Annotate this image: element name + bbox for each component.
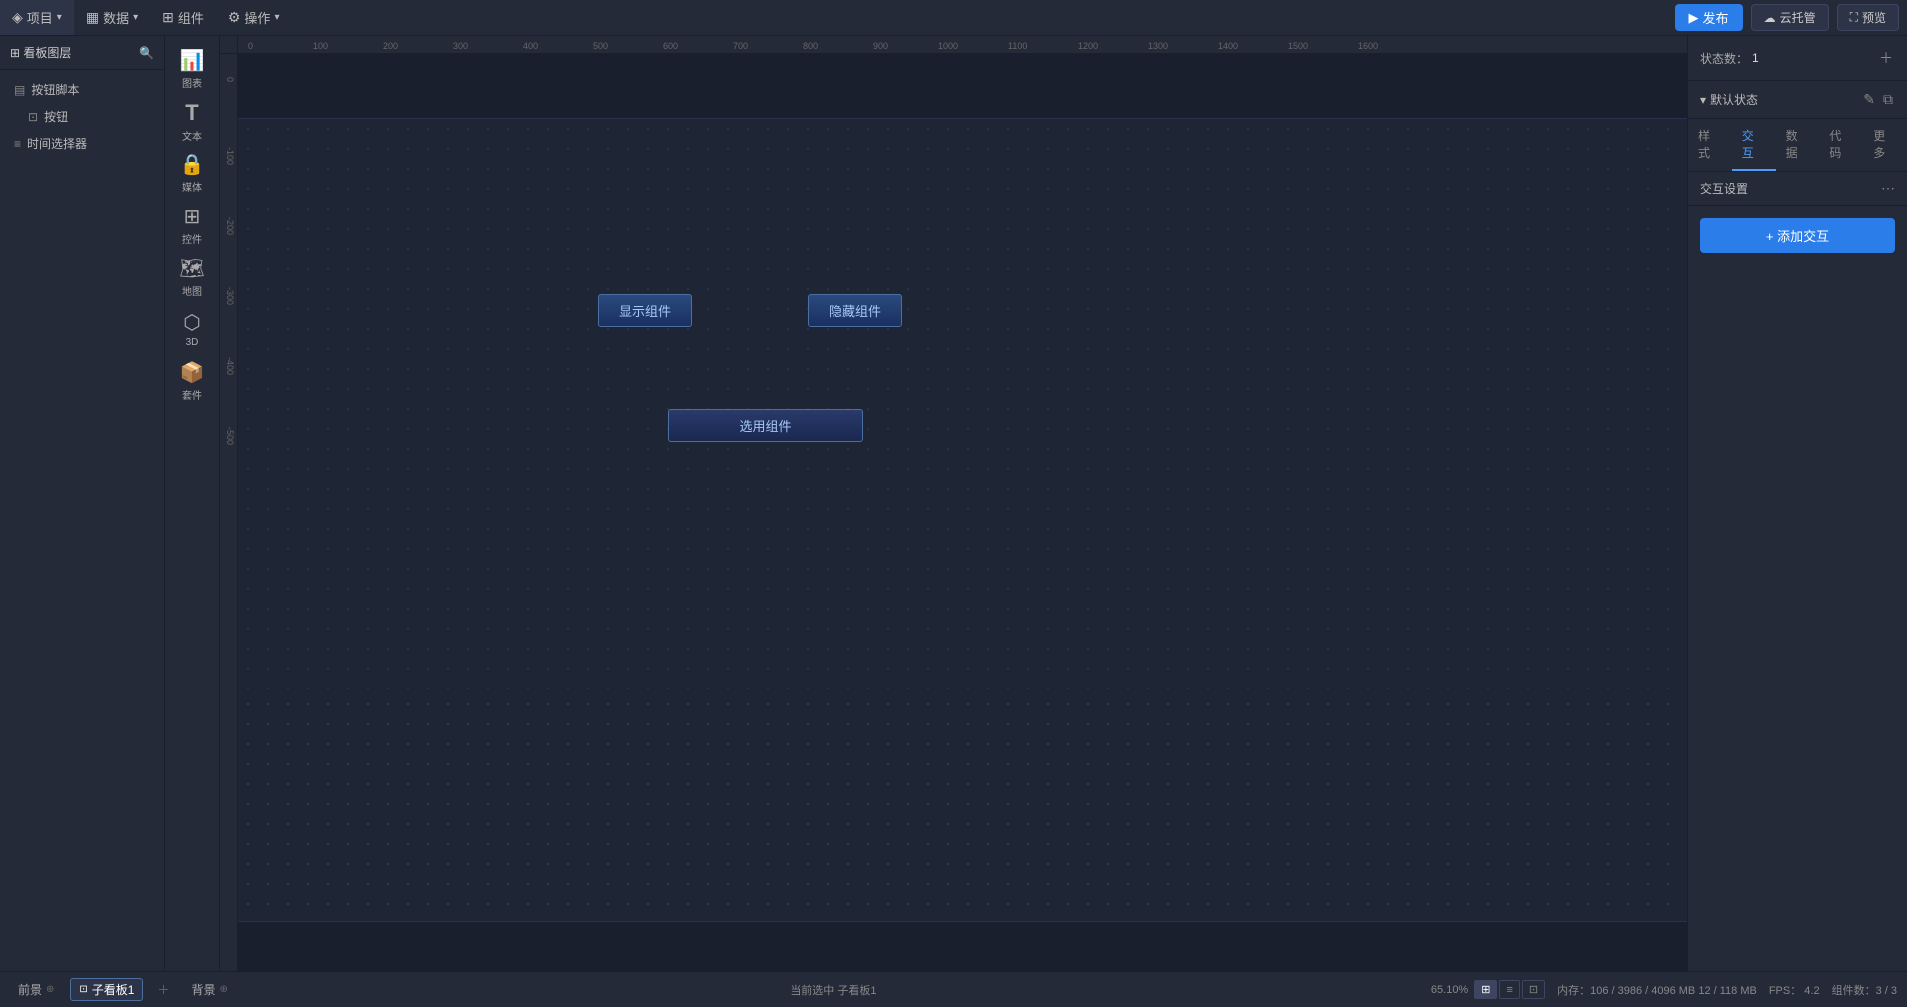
action-icon: ⚙ [228, 9, 241, 26]
state-count-section: 状态数： 1 ＋ [1688, 36, 1907, 81]
tab-style[interactable]: 样式 [1688, 119, 1732, 171]
edit-state-button[interactable]: ✎ [1861, 89, 1877, 110]
data-icon: ▦ [86, 9, 99, 26]
tab-more[interactable]: 更多 [1863, 119, 1907, 171]
menu-action[interactable]: ⚙ 操作 ▾ [216, 0, 292, 35]
search-icon[interactable]: 🔍 [139, 46, 154, 60]
sub-page-icon: ⊡ [79, 984, 87, 995]
layers-icon: ⊞ [10, 46, 20, 60]
topbar-actions: ▶ 发布 ☁ 云托管 ⛶ 预览 [1675, 0, 1899, 35]
publish-button[interactable]: ▶ 发布 [1675, 4, 1743, 31]
control-icon: ⊞ [184, 204, 201, 229]
page-sub[interactable]: ⊡ 子看板1 [70, 978, 143, 1001]
sidebar-3d[interactable]: ⬡ 3D [167, 304, 217, 354]
list-view-button[interactable]: ≡ [1499, 980, 1519, 999]
text-icon: T [185, 100, 198, 126]
kit-icon: 📦 [180, 360, 205, 385]
show-component-button[interactable]: 显示组件 [598, 294, 692, 327]
time-icon: ≡ [14, 137, 21, 151]
bottom-status: 当前选中 子看板1 [790, 982, 876, 998]
selection-component-button[interactable]: 选用组件 [668, 409, 863, 442]
fit-view-button[interactable]: ⊡ [1522, 980, 1545, 999]
page-bg[interactable]: 背景 ⊕ [184, 979, 236, 1000]
menu-project[interactable]: ◈ 项目 ▾ [0, 0, 74, 35]
canvas-board: 显示组件 隐藏组件 选用组件 [238, 119, 1687, 689]
canvas-inner: 显示组件 隐藏组件 选用组件 [238, 54, 1687, 971]
menu-data[interactable]: ▦ 数据 ▾ [74, 0, 150, 35]
state-count-row: 状态数： 1 ＋ [1700, 46, 1895, 70]
panel-header: ⊞ 看板图层 🔍 [0, 36, 164, 70]
ruler-left: 0 -100 -200 -300 -400 -500 [220, 54, 238, 971]
copy-state-button[interactable]: ⧉ [1881, 89, 1895, 110]
main-canvas[interactable]: 显示组件 隐藏组件 选用组件 [238, 54, 1687, 971]
interaction-header: 交互设置 ⋯ [1688, 172, 1907, 206]
map-icon: 🗺 [179, 256, 204, 281]
left-panel: ⊞ 看板图层 🔍 ▤ 按钮脚本 ⊡ 按钮 ≡ 时间选择器 [0, 36, 165, 971]
add-interaction-button[interactable]: + 添加交互 [1700, 218, 1895, 253]
zoom-level: 65.10% [1431, 984, 1468, 996]
default-state-row: ▾ 默认状态 ✎ ⧉ [1688, 81, 1907, 119]
bottom-info: 65.10% ⊞ ≡ ⊡ 内存：106 / 3986 / 4096 MB 12 … [1431, 980, 1897, 999]
chart-icon: 📊 [180, 48, 205, 73]
add-page-icon: ⊕ [46, 984, 54, 995]
add-page-button[interactable]: ＋ [151, 979, 175, 1000]
ruler-top: 0 100 200 300 400 500 600 700 800 900 10… [238, 36, 1687, 54]
chevron-down-icon: ▾ [274, 12, 279, 23]
hide-component-button[interactable]: 隐藏组件 [808, 294, 902, 327]
memory-info: 内存：106 / 3986 / 4096 MB 12 / 118 MB [1557, 982, 1757, 998]
interaction-more-button[interactable]: ⋯ [1881, 180, 1895, 197]
bg-settings-icon: ⊕ [220, 984, 228, 995]
preview-icon: ⛶ [1850, 10, 1858, 25]
media-icon: 🔒 [180, 152, 205, 177]
page-prev[interactable]: 前景 ⊕ [10, 979, 62, 1000]
component-icon: ⊞ [162, 9, 174, 26]
state-count-value: 1 [1752, 51, 1759, 65]
view-toggle: ⊞ ≡ ⊡ [1474, 980, 1545, 999]
chevron-down-icon: ▾ [57, 12, 62, 23]
topbar-menu: ◈ 项目 ▾ ▦ 数据 ▾ ⊞ 组件 ⚙ 操作 ▾ [0, 0, 291, 35]
cloud-button[interactable]: ☁ 云托管 [1751, 4, 1829, 31]
property-tabs: 样式 交互 数据 代码 更多 [1688, 119, 1907, 172]
topbar: ◈ 项目 ▾ ▦ 数据 ▾ ⊞ 组件 ⚙ 操作 ▾ ▶ 发布 ☁ 云托管 ⛶ [0, 0, 1907, 36]
interaction-title: 交互设置 [1700, 180, 1748, 197]
script-icon: ▤ [14, 83, 25, 97]
fps-info: FPS： 4.2 [1769, 982, 1820, 998]
chevron-down-icon: ▾ [133, 12, 138, 23]
tree-item-script[interactable]: ▤ 按钮脚本 [0, 76, 164, 103]
preview-button[interactable]: ⛶ 预览 [1837, 4, 1899, 31]
tab-data[interactable]: 数据 [1776, 119, 1820, 171]
tab-interaction[interactable]: 交互 [1732, 119, 1776, 171]
panel-title: ⊞ 看板图层 [10, 44, 71, 61]
tab-code[interactable]: 代码 [1819, 119, 1863, 171]
right-panel: 状态数： 1 ＋ ▾ 默认状态 ✎ ⧉ 样式 交互 数据 代码 更多 交互设置 … [1687, 36, 1907, 971]
sidebar-text[interactable]: T 文本 [167, 96, 217, 146]
bottom-bar: 前景 ⊕ ⊡ 子看板1 ＋ 背景 ⊕ 当前选中 子看板1 65.10% ⊞ ≡ … [0, 971, 1907, 1007]
tree-item-time-selector[interactable]: ≡ 时间选择器 [0, 130, 164, 157]
project-icon: ◈ [12, 9, 23, 26]
sidebar-chart[interactable]: 📊 图表 [167, 44, 217, 94]
publish-icon: ▶ [1689, 10, 1699, 26]
grid-view-button[interactable]: ⊞ [1474, 980, 1497, 999]
chevron-down-icon: ▾ [1700, 93, 1706, 107]
state-count-label: 状态数： [1700, 50, 1748, 67]
3d-icon: ⬡ [183, 310, 200, 335]
sidebar-control[interactable]: ⊞ 控件 [167, 200, 217, 250]
layer-tree: ▤ 按钮脚本 ⊡ 按钮 ≡ 时间选择器 [0, 70, 164, 163]
sidebar-media[interactable]: 🔒 媒体 [167, 148, 217, 198]
tree-item-button[interactable]: ⊡ 按钮 [0, 103, 164, 130]
cloud-icon: ☁ [1764, 11, 1776, 25]
state-label: ▾ 默认状态 [1700, 91, 1758, 108]
canvas-area: 0 100 200 300 400 500 600 700 800 900 10… [220, 36, 1687, 971]
icon-sidebar: 📊 图表 T 文本 🔒 媒体 ⊞ 控件 🗺 地图 ⬡ 3D 📦 套件 [165, 36, 220, 971]
button-icon: ⊡ [28, 110, 38, 124]
zoom-controls: 65.10% ⊞ ≡ ⊡ [1431, 980, 1545, 999]
bottom-pages: 前景 ⊕ ⊡ 子看板1 ＋ 背景 ⊕ [10, 978, 236, 1001]
ruler-corner [220, 36, 238, 54]
menu-component[interactable]: ⊞ 组件 [150, 0, 216, 35]
add-state-button[interactable]: ＋ [1877, 46, 1895, 70]
sidebar-map[interactable]: 🗺 地图 [167, 252, 217, 302]
component-count: 组件数：3 / 3 [1832, 982, 1897, 998]
sidebar-kit[interactable]: 📦 套件 [167, 356, 217, 406]
